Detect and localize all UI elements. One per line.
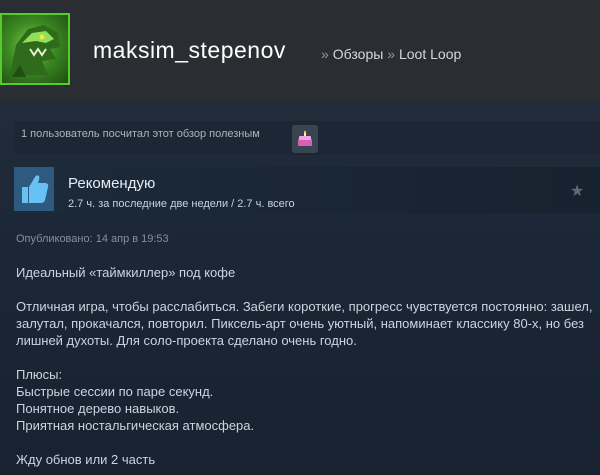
pros-item: Приятная ностальгическая атмосфера. [16, 418, 255, 433]
dragon-avatar-icon [10, 25, 60, 77]
breadcrumb-game-link[interactable]: Loot Loop [399, 46, 461, 62]
breadcrumb-separator: » [321, 46, 329, 62]
helpful-bar: 1 пользователь посчитал этот обзор полез… [14, 121, 600, 155]
breadcrumb-reviews-link[interactable]: Обзоры [333, 46, 384, 62]
profile-header: maksim_stepenov » Обзоры » Loot Loop [0, 0, 600, 101]
avatar[interactable] [0, 13, 70, 85]
cake-icon [298, 130, 312, 146]
pros-item: Понятное дерево навыков. [16, 401, 180, 416]
award-button[interactable] [292, 125, 318, 153]
breadcrumb-separator: » [387, 46, 395, 62]
playtime-hours: 2.7 ч. за последние две недели / 2.7 ч. … [68, 198, 295, 210]
breadcrumb: » Обзоры » Loot Loop [321, 46, 461, 62]
review-content: 1 пользователь посчитал этот обзор полез… [0, 101, 600, 475]
recommendation-title[interactable]: Рекомендую [68, 175, 155, 192]
pros-title: Плюсы: [16, 367, 63, 382]
star-icon[interactable]: ★ [570, 181, 584, 201]
username[interactable]: maksim_stepenov [93, 37, 286, 64]
pros-item: Быстрые сессии по паре секунд. [16, 384, 214, 399]
posted-date: Опубликовано: 14 апр в 19:53 [16, 233, 169, 245]
review-paragraph: Отличная игра, чтобы расслабиться. Забег… [16, 299, 593, 348]
recommendation-box: Рекомендую 2.7 ч. за последние две недел… [14, 167, 600, 213]
review-body: Идеальный «таймкиллер» под кофе Отличная… [16, 264, 594, 468]
review-headline: Идеальный «таймкиллер» под кофе [16, 265, 236, 280]
review-closing: Жду обнов или 2 часть [16, 452, 156, 467]
thumbs-up-icon [22, 175, 49, 203]
helpful-count-text: 1 пользователь посчитал этот обзор полез… [21, 128, 260, 140]
thumbs-up-badge[interactable] [14, 167, 54, 211]
